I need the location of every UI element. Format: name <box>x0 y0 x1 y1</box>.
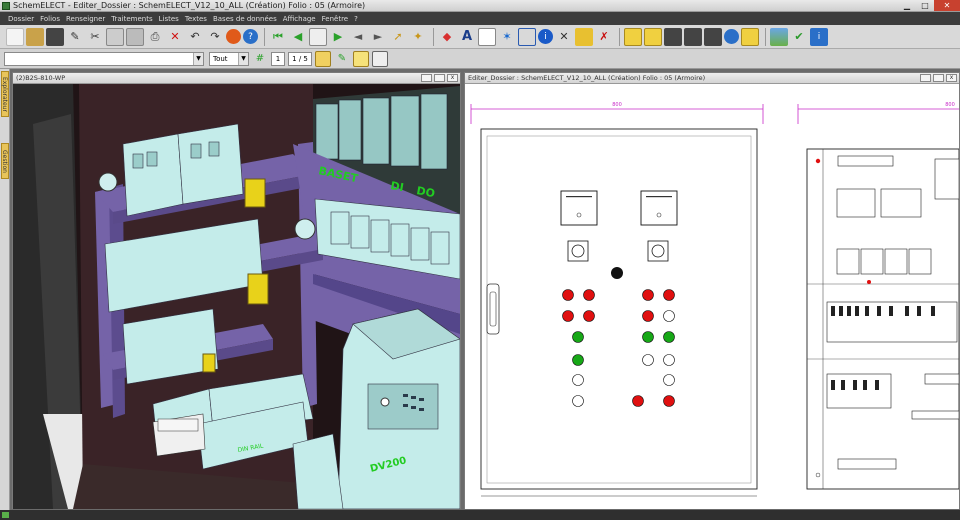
close-button[interactable]: ✕ <box>934 0 960 11</box>
undo-icon[interactable]: ↶ <box>186 28 204 46</box>
check-icon[interactable]: ✔ <box>790 28 808 46</box>
page-icon[interactable] <box>309 27 327 46</box>
schematic-2d-window: Editer_Dossier : SchemELECT_V12_10_ALL (… <box>464 72 960 509</box>
redo-icon[interactable]: ↷ <box>206 28 224 46</box>
menu-listes[interactable]: Listes <box>159 15 179 23</box>
symbol-icon[interactable]: ◆ <box>438 28 456 46</box>
folio-settings-icon[interactable] <box>741 27 759 46</box>
table-icon[interactable] <box>478 27 496 46</box>
view-icon[interactable] <box>372 50 388 67</box>
menu-bar: Dossier Folios Renseigner Traitements Li… <box>0 12 960 25</box>
cabinet-3d-view[interactable]: BASET DI DO DV200 DIN RAIL <box>13 84 460 509</box>
folio-move-icon[interactable] <box>684 27 702 46</box>
menu-renseigner[interactable]: Renseigner <box>66 15 105 23</box>
info-icon[interactable]: i <box>538 29 553 44</box>
menu-bases-de-donnees[interactable]: Bases de données <box>213 15 277 23</box>
di-label: DI <box>389 179 404 194</box>
maximize-button[interactable] <box>434 74 445 82</box>
pointer-icon[interactable]: ➚ <box>389 28 407 46</box>
folio-new-icon[interactable] <box>624 27 642 46</box>
window-title: Editer_Dossier : SchemELECT_V12_10_ALL (… <box>468 74 706 82</box>
width-dimension-2: 800 <box>945 102 955 108</box>
paste-icon[interactable] <box>126 27 144 46</box>
schematic-2d-view[interactable]: 800 800 <box>465 84 959 509</box>
window-title: SchemELECT - Editer_Dossier : SchemELECT… <box>13 1 366 10</box>
layer-combo[interactable]: ▼ <box>4 51 204 66</box>
secondary-toolbar: ▼ Tout ▼ # 1 1 / 5 ✎ <box>0 49 960 69</box>
minimize-button[interactable] <box>920 74 931 82</box>
menu-dossier[interactable]: Dossier <box>8 15 34 23</box>
print-icon[interactable]: ⎙ <box>146 28 164 46</box>
menu-textes[interactable]: Textes <box>185 15 207 23</box>
title-bar: SchemELECT - Editer_Dossier : SchemELECT… <box>0 0 960 12</box>
maximize-button[interactable] <box>933 74 944 82</box>
chevron-down-icon: ▼ <box>238 52 248 65</box>
prev-page-icon[interactable]: ◀ <box>289 28 307 46</box>
edit-icon[interactable]: ✎ <box>66 28 84 46</box>
pencil-icon[interactable]: ✎ <box>334 51 350 67</box>
folio-copy-icon[interactable] <box>704 27 722 46</box>
status-indicator-icon <box>2 512 9 518</box>
explorer-tab[interactable]: Explorateur <box>1 71 9 117</box>
open-folder-icon[interactable] <box>26 27 44 46</box>
gestion-tab[interactable]: Gestion <box>1 143 9 179</box>
erase-icon[interactable]: ✗ <box>595 28 613 46</box>
align-icon[interactable] <box>315 50 331 67</box>
main-toolbar: ✎ ✂ ⎙ ✕ ↶ ↷ ? ⏮ ◀ ▶ ◄ ► ➚ ✦ ◆ A ✶ i ✕ ✗ … <box>0 25 960 49</box>
menu-traitements[interactable]: Traitements <box>111 15 152 23</box>
menu-help[interactable]: ? <box>354 15 358 23</box>
back-icon[interactable]: ◄ <box>349 28 367 46</box>
cut-icon[interactable]: ✂ <box>86 28 104 46</box>
menu-folios[interactable]: Folios <box>40 15 60 23</box>
folio-edit-icon[interactable] <box>664 27 682 46</box>
delete-icon[interactable]: ✕ <box>166 28 184 46</box>
window-titlebar: (2)B2S-810-WP x <box>13 73 460 84</box>
new-file-icon[interactable] <box>6 27 24 46</box>
wire-icon[interactable]: ✶ <box>498 28 516 46</box>
status-bar <box>0 510 960 520</box>
window-titlebar: Editer_Dossier : SchemELECT_V12_10_ALL (… <box>465 73 959 84</box>
cross-icon[interactable]: ✕ <box>555 28 573 46</box>
first-page-icon[interactable]: ⏮ <box>269 28 287 46</box>
stop-icon[interactable] <box>226 29 241 44</box>
menu-affichage[interactable]: Affichage <box>283 15 316 23</box>
close-button[interactable]: x <box>946 74 957 82</box>
cabinet-3d-window: (2)B2S-810-WP x BASET DI DO DV200 DIN RA… <box>12 72 461 509</box>
width-dimension: 800 <box>612 102 622 108</box>
menu-fenetre[interactable]: Fenêtre <box>322 15 348 23</box>
maximize-button[interactable]: □ <box>916 0 934 11</box>
tool-icon[interactable]: ✦ <box>409 28 427 46</box>
save-icon[interactable] <box>46 27 64 46</box>
folio-add-icon[interactable] <box>644 27 662 46</box>
page-number-field[interactable]: 1 <box>271 51 285 66</box>
page-count-field[interactable]: 1 / 5 <box>288 51 312 66</box>
folio-info-icon[interactable] <box>724 29 739 44</box>
text-icon[interactable]: A <box>458 28 476 46</box>
frame-icon[interactable] <box>518 27 536 46</box>
grid-icon[interactable]: # <box>252 51 268 67</box>
copy-icon[interactable] <box>106 27 124 46</box>
app-icon <box>2 1 10 10</box>
close-button[interactable]: x <box>447 74 458 82</box>
help-icon[interactable]: ? <box>243 29 258 44</box>
about-icon[interactable]: i <box>810 27 828 46</box>
highlight-icon[interactable] <box>353 50 369 67</box>
minimize-button[interactable] <box>421 74 432 82</box>
forward-icon[interactable]: ► <box>369 28 387 46</box>
filter-combo[interactable]: Tout ▼ <box>209 51 249 66</box>
window-title: (2)B2S-810-WP <box>16 74 66 82</box>
image-icon[interactable] <box>770 27 788 46</box>
minimize-button[interactable]: ▁ <box>898 0 916 11</box>
left-dock: Explorateur Gestion <box>0 69 10 510</box>
chevron-down-icon: ▼ <box>193 52 203 65</box>
ruler-icon[interactable] <box>575 27 593 46</box>
next-page-icon[interactable]: ▶ <box>329 28 347 46</box>
